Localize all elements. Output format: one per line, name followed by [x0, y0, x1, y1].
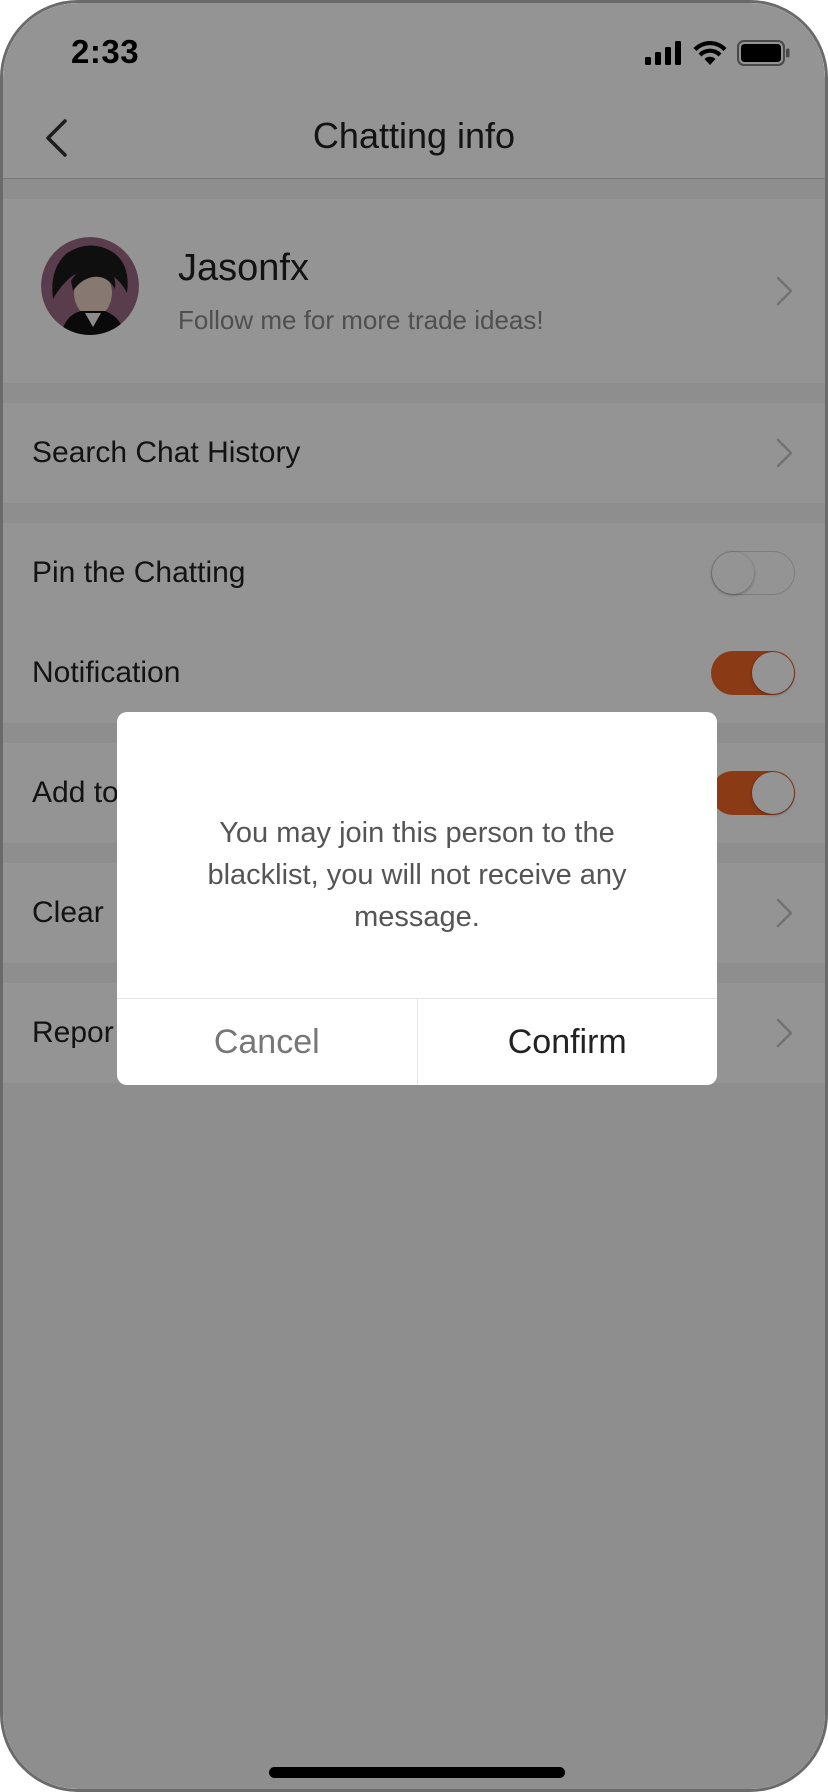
- blacklist-confirm-dialog: You may join this person to the blacklis…: [117, 712, 717, 1085]
- cancel-button[interactable]: Cancel: [117, 999, 418, 1085]
- confirm-button[interactable]: Confirm: [418, 999, 718, 1085]
- phone-frame: 2:33 Chatting info Jasonfx Follow me for…: [0, 0, 828, 1792]
- dialog-message: You may join this person to the blacklis…: [207, 817, 627, 933]
- dialog-actions: Cancel Confirm: [117, 998, 717, 1085]
